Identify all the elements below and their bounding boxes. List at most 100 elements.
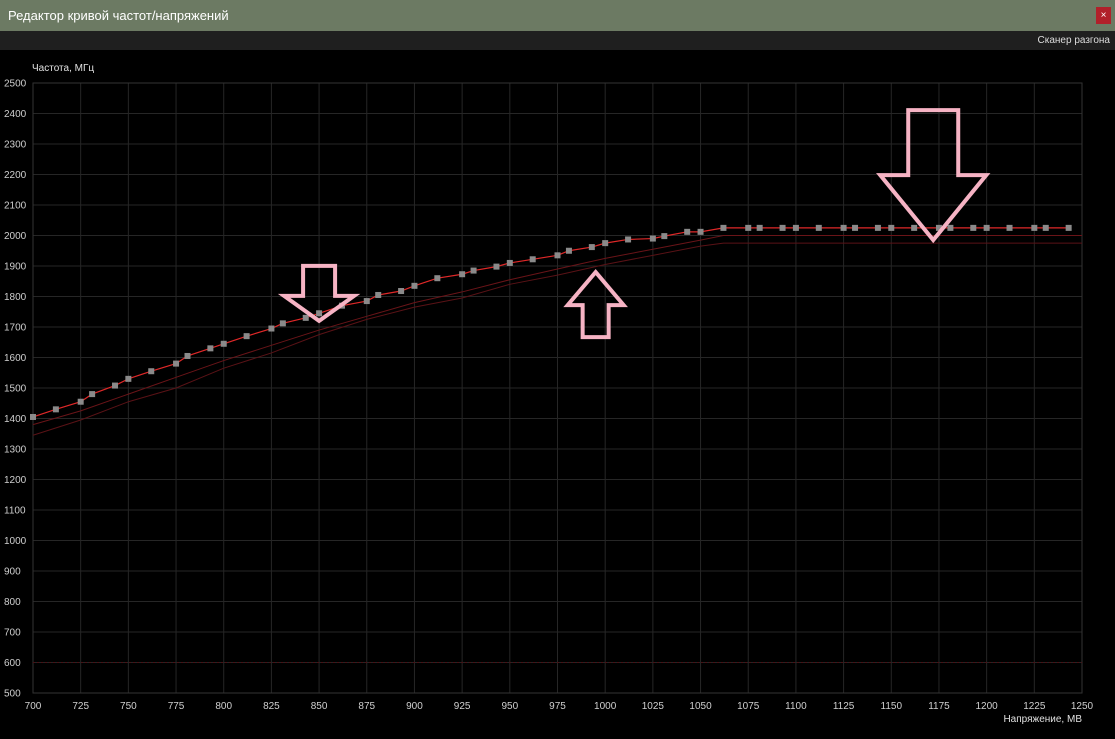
curve-point[interactable] <box>815 224 822 231</box>
curve-point[interactable] <box>554 252 561 259</box>
y-tick-label: 2100 <box>4 201 27 212</box>
curve-point[interactable] <box>602 240 609 247</box>
y-tick-label: 900 <box>4 567 21 578</box>
curve-point[interactable] <box>411 282 418 289</box>
curve-point[interactable] <box>911 224 918 231</box>
curve-point[interactable] <box>30 413 36 420</box>
x-tick-label: 825 <box>263 701 280 712</box>
curve-point[interactable] <box>756 224 763 231</box>
y-tick-label: 1000 <box>4 536 27 547</box>
curve-point[interactable] <box>983 224 990 231</box>
window-titlebar: Редактор кривой частот/напряжений × <box>0 0 1115 31</box>
x-tick-label: 925 <box>454 701 471 712</box>
curve-point[interactable] <box>375 291 382 298</box>
curve-point[interactable] <box>434 275 441 282</box>
y-tick-label: 1300 <box>4 445 27 456</box>
curve-point[interactable] <box>1006 224 1013 231</box>
curve-point[interactable] <box>125 375 132 382</box>
x-tick-label: 700 <box>25 701 42 712</box>
chart-svg[interactable]: 500 600 700 800 900 1000 1100 1200 1300 1400 1500 1… <box>0 50 1115 734</box>
curve-point[interactable] <box>207 345 214 352</box>
x-tick-label: 1075 <box>737 701 760 712</box>
curve-point[interactable] <box>363 298 370 305</box>
curve-point[interactable] <box>89 391 96 398</box>
curve-point[interactable] <box>840 224 847 231</box>
x-tick-label: 900 <box>406 701 423 712</box>
x-tick-label: 1100 <box>785 701 807 712</box>
curve-point[interactable] <box>1031 224 1038 231</box>
curve-point[interactable] <box>459 271 466 278</box>
x-axis-label: Напряжение, МВ <box>1003 714 1082 725</box>
curve-point[interactable] <box>970 224 977 231</box>
curve-point[interactable] <box>1042 224 1049 231</box>
curve-point[interactable] <box>470 267 477 274</box>
y-tick-label: 2300 <box>4 140 27 151</box>
curve-point[interactable] <box>697 228 704 235</box>
curve-point[interactable] <box>565 247 572 254</box>
curve-point[interactable] <box>506 259 513 266</box>
x-tick-label: 1050 <box>689 701 712 712</box>
y-tick-label: 800 <box>4 597 21 608</box>
y-tick-label: 1500 <box>4 384 27 395</box>
y-tick-label: 500 <box>4 689 21 700</box>
curve-point[interactable] <box>684 228 691 235</box>
curve-point[interactable] <box>947 224 954 231</box>
y-tick-label: 2200 <box>4 170 27 181</box>
y-tick-label: 600 <box>4 658 21 669</box>
curve-point[interactable] <box>588 244 595 251</box>
x-tick-label: 775 <box>168 701 185 712</box>
x-tick-label: 725 <box>72 701 89 712</box>
curve-point[interactable] <box>279 320 286 327</box>
curve-point[interactable] <box>316 310 323 317</box>
y-tick-label: 2000 <box>4 231 27 242</box>
curve-point[interactable] <box>1065 224 1072 231</box>
curve-point[interactable] <box>779 224 786 231</box>
x-tick-label: 975 <box>549 701 566 712</box>
y-tick-label: 1800 <box>4 292 27 303</box>
curve-point[interactable] <box>398 288 405 295</box>
curve-point[interactable] <box>184 352 191 359</box>
x-tick-label: 950 <box>501 701 518 712</box>
x-tick-label: 1175 <box>928 701 950 712</box>
curve-point[interactable] <box>649 235 656 242</box>
scanner-button[interactable]: Сканер разгона <box>1038 35 1110 47</box>
curve-point[interactable] <box>792 224 799 231</box>
curve-point[interactable] <box>852 224 859 231</box>
curve-point[interactable] <box>661 233 668 240</box>
curve-point[interactable] <box>220 340 227 347</box>
vf-curve-chart[interactable]: 500 600 700 800 900 1000 1100 1200 1300 1400 1500 1… <box>0 50 1115 734</box>
curve-point[interactable] <box>302 314 309 321</box>
curve-point[interactable] <box>529 256 536 263</box>
x-tick-label: 1000 <box>594 701 617 712</box>
y-tick-label: 1600 <box>4 353 27 364</box>
y-tick-label: 1400 <box>4 414 27 425</box>
curve-point[interactable] <box>148 368 155 375</box>
curve-point[interactable] <box>720 224 727 231</box>
y-tick-label: 1100 <box>4 506 26 517</box>
curve-point[interactable] <box>173 360 180 367</box>
x-tick-label: 750 <box>120 701 137 712</box>
window-title: Редактор кривой частот/напряжений <box>8 8 229 23</box>
x-tick-label: 1025 <box>642 701 665 712</box>
x-tick-label: 850 <box>311 701 328 712</box>
curve-point[interactable] <box>77 398 84 405</box>
curve-point[interactable] <box>625 236 632 243</box>
y-tick-label: 1700 <box>4 323 27 334</box>
x-tick-label: 1150 <box>881 701 903 712</box>
curve-point[interactable] <box>243 333 250 340</box>
curve-point[interactable] <box>874 224 881 231</box>
arrow-down-icon <box>876 108 991 244</box>
y-axis-label: Частота, МГц <box>32 63 94 74</box>
y-tick-label: 2500 <box>4 79 27 90</box>
vf-curve-line <box>32 227 1069 418</box>
curve-point[interactable] <box>493 263 500 270</box>
x-tick-label: 1225 <box>1023 701 1046 712</box>
close-button[interactable]: × <box>1096 7 1111 24</box>
curve-point[interactable] <box>888 224 895 231</box>
x-tick-label: 875 <box>358 701 375 712</box>
curve-point[interactable] <box>268 325 275 332</box>
curve-point[interactable] <box>745 224 752 231</box>
curve-point[interactable] <box>112 382 119 389</box>
curve-point[interactable] <box>52 406 59 413</box>
x-tick-label: 1200 <box>976 701 999 712</box>
